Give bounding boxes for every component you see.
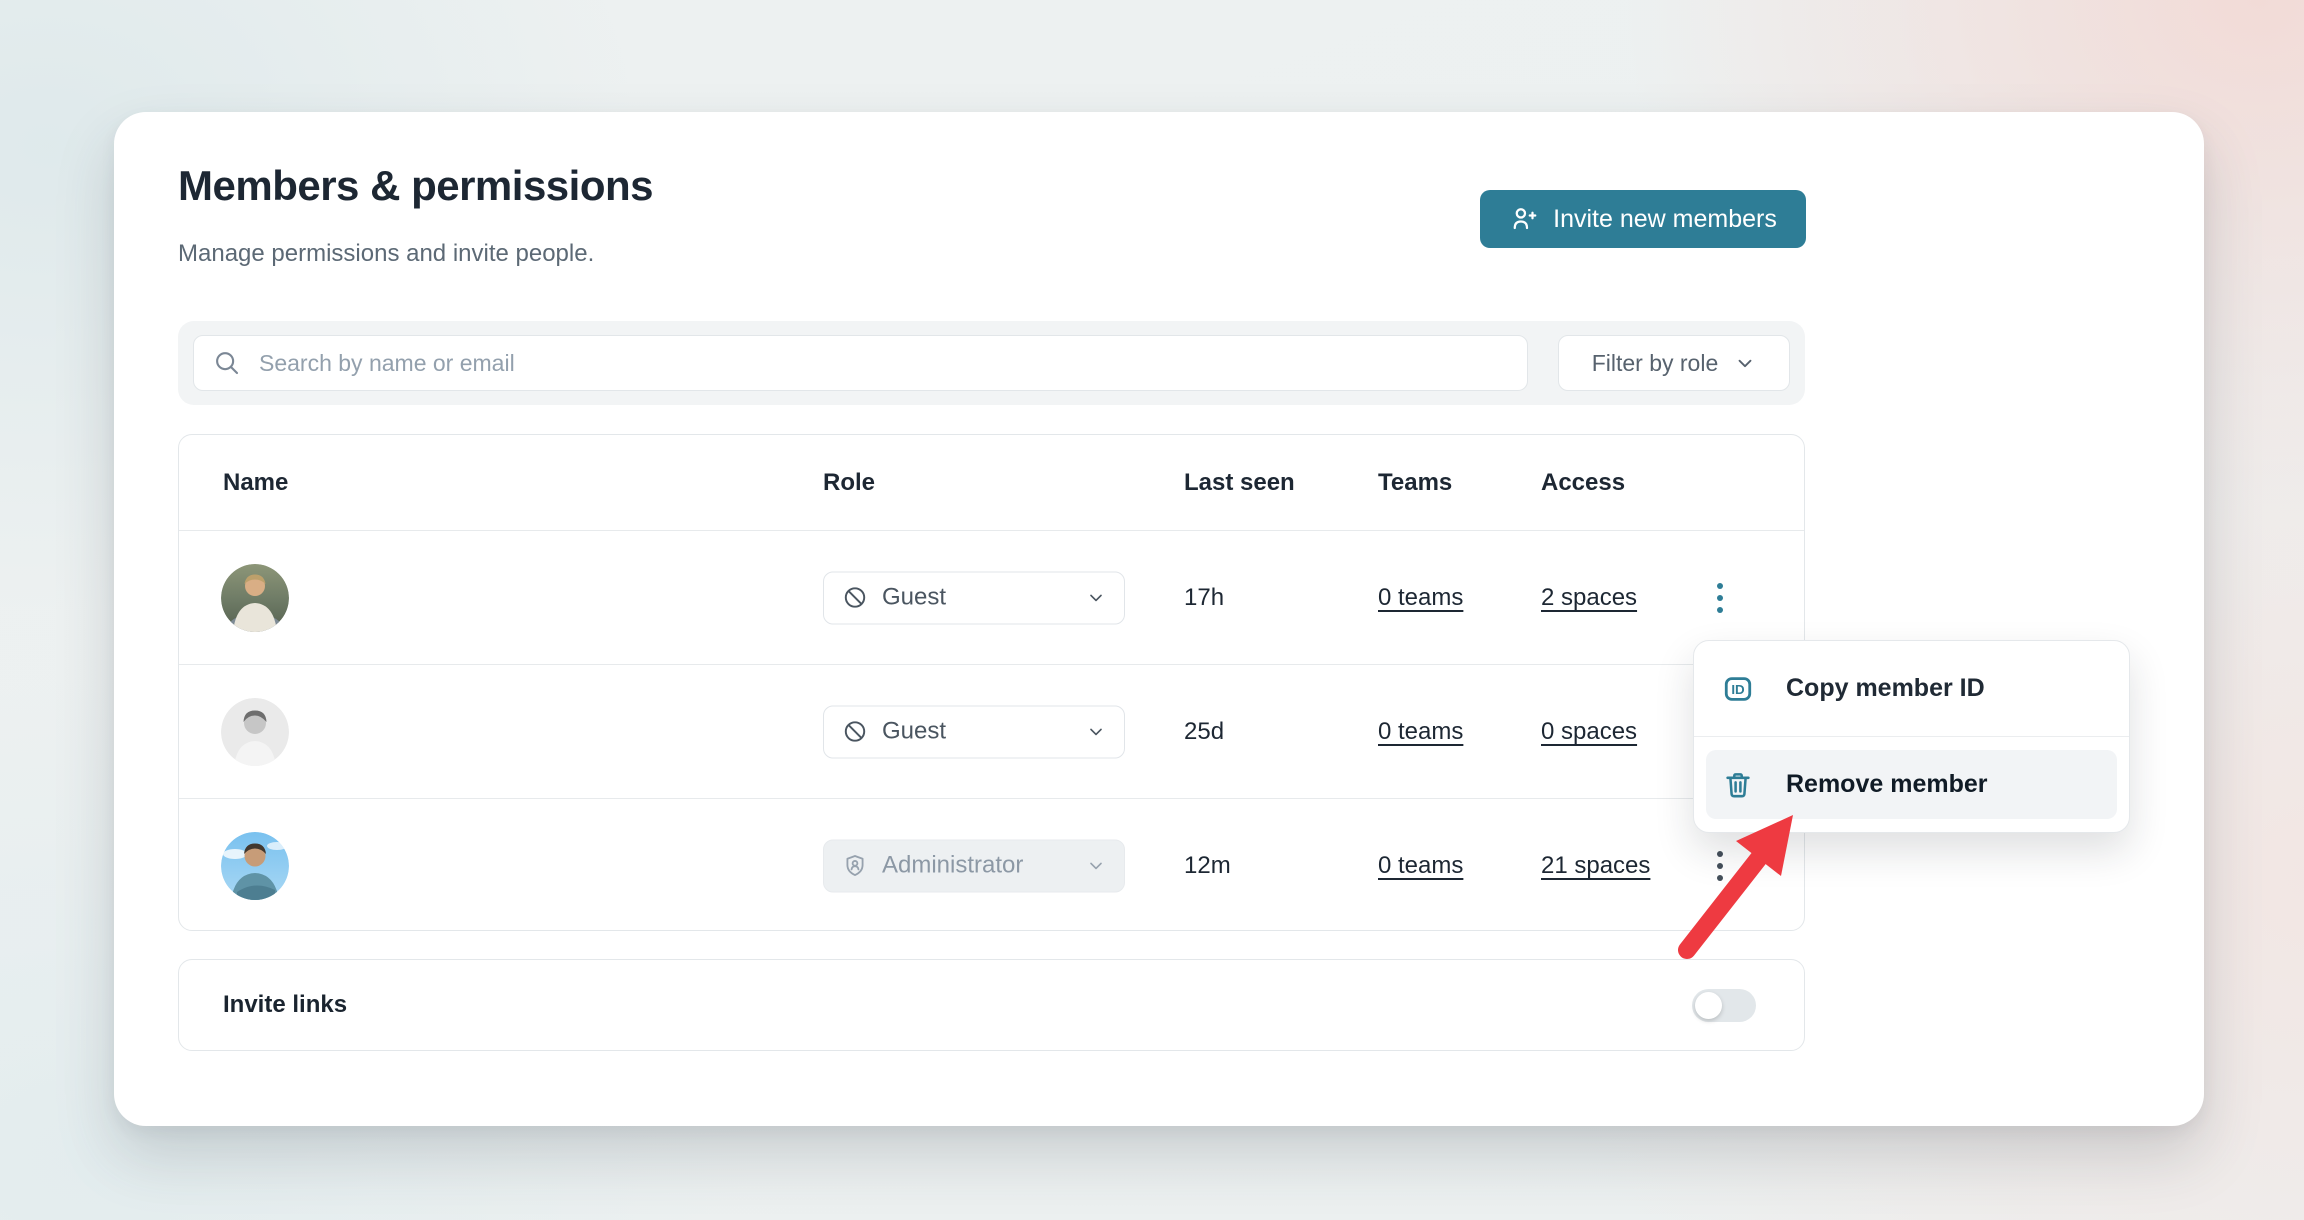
last-seen-value: 12m: [1184, 852, 1231, 880]
invite-button-label: Invite new members: [1553, 205, 1777, 234]
column-header-role: Role: [823, 469, 875, 497]
avatar: [221, 698, 289, 766]
search-input[interactable]: [257, 349, 1509, 378]
page-subtitle: Manage permissions and invite people.: [178, 240, 594, 268]
page-background: Members & permissions Manage permissions…: [0, 0, 2304, 1220]
avatar: [221, 564, 289, 632]
toggle-knob: [1695, 992, 1722, 1019]
filter-label: Filter by role: [1592, 350, 1719, 377]
spaces-link[interactable]: 21 spaces: [1541, 852, 1650, 880]
chevron-down-icon: [1086, 588, 1106, 608]
svg-text:ID: ID: [1731, 682, 1745, 697]
page-title: Members & permissions: [178, 162, 653, 210]
no-entry-icon: [842, 585, 868, 611]
trash-icon: [1722, 769, 1754, 801]
last-seen-value: 25d: [1184, 718, 1224, 746]
members-permissions-panel: Members & permissions Manage permissions…: [114, 112, 2204, 1126]
invite-new-members-button[interactable]: Invite new members: [1480, 190, 1806, 248]
search-toolbar: Filter by role: [178, 321, 1805, 405]
invite-links-label: Invite links: [223, 991, 347, 1019]
role-select-guest[interactable]: Guest: [823, 571, 1125, 624]
search-field[interactable]: [193, 335, 1528, 391]
spaces-link[interactable]: 0 spaces: [1541, 718, 1637, 746]
role-value: Administrator: [882, 852, 1023, 880]
invite-links-toggle[interactable]: [1692, 989, 1756, 1022]
role-value: Guest: [882, 718, 946, 746]
shield-person-icon: [842, 853, 868, 879]
menu-item-label: Copy member ID: [1786, 674, 1985, 703]
column-header-name: Name: [223, 469, 288, 497]
row-actions-kebab-icon[interactable]: [1705, 574, 1735, 622]
no-entry-icon: [842, 719, 868, 745]
table-row: Guest 25d 0 teams 0 spaces: [179, 665, 1804, 799]
chevron-down-icon: [1086, 722, 1106, 742]
row-actions-kebab-icon[interactable]: [1705, 842, 1735, 890]
invite-links-section: Invite links: [178, 959, 1805, 1051]
teams-link[interactable]: 0 teams: [1378, 852, 1463, 880]
table-row: Administrator 12m 0 teams 21 spaces: [179, 799, 1804, 932]
chevron-down-icon: [1086, 856, 1106, 876]
person-plus-icon: [1509, 204, 1539, 234]
spaces-link[interactable]: 2 spaces: [1541, 584, 1637, 612]
last-seen-value: 17h: [1184, 584, 1224, 612]
menu-item-copy-member-id[interactable]: ID Copy member ID: [1694, 641, 2129, 737]
chevron-down-icon: [1734, 352, 1756, 374]
id-badge-icon: ID: [1722, 673, 1754, 705]
avatar: [221, 832, 289, 900]
members-table: Name Role Last seen Teams Access: [178, 434, 1805, 931]
menu-item-label: Remove member: [1786, 770, 1987, 799]
menu-item-remove-member[interactable]: Remove member: [1706, 750, 2117, 819]
role-value: Guest: [882, 584, 946, 612]
role-select-guest[interactable]: Guest: [823, 705, 1125, 758]
search-icon: [212, 348, 242, 378]
teams-link[interactable]: 0 teams: [1378, 584, 1463, 612]
column-header-access: Access: [1541, 469, 1625, 497]
table-row: Guest 17h 0 teams 2 spaces: [179, 531, 1804, 665]
role-select-administrator[interactable]: Administrator: [823, 839, 1125, 892]
row-actions-context-menu: ID Copy member ID Remove member: [1693, 640, 2130, 833]
teams-link[interactable]: 0 teams: [1378, 718, 1463, 746]
table-header-row: Name Role Last seen Teams Access: [179, 435, 1804, 531]
column-header-teams: Teams: [1378, 469, 1452, 497]
filter-by-role-dropdown[interactable]: Filter by role: [1558, 335, 1790, 391]
column-header-last-seen: Last seen: [1184, 469, 1295, 497]
